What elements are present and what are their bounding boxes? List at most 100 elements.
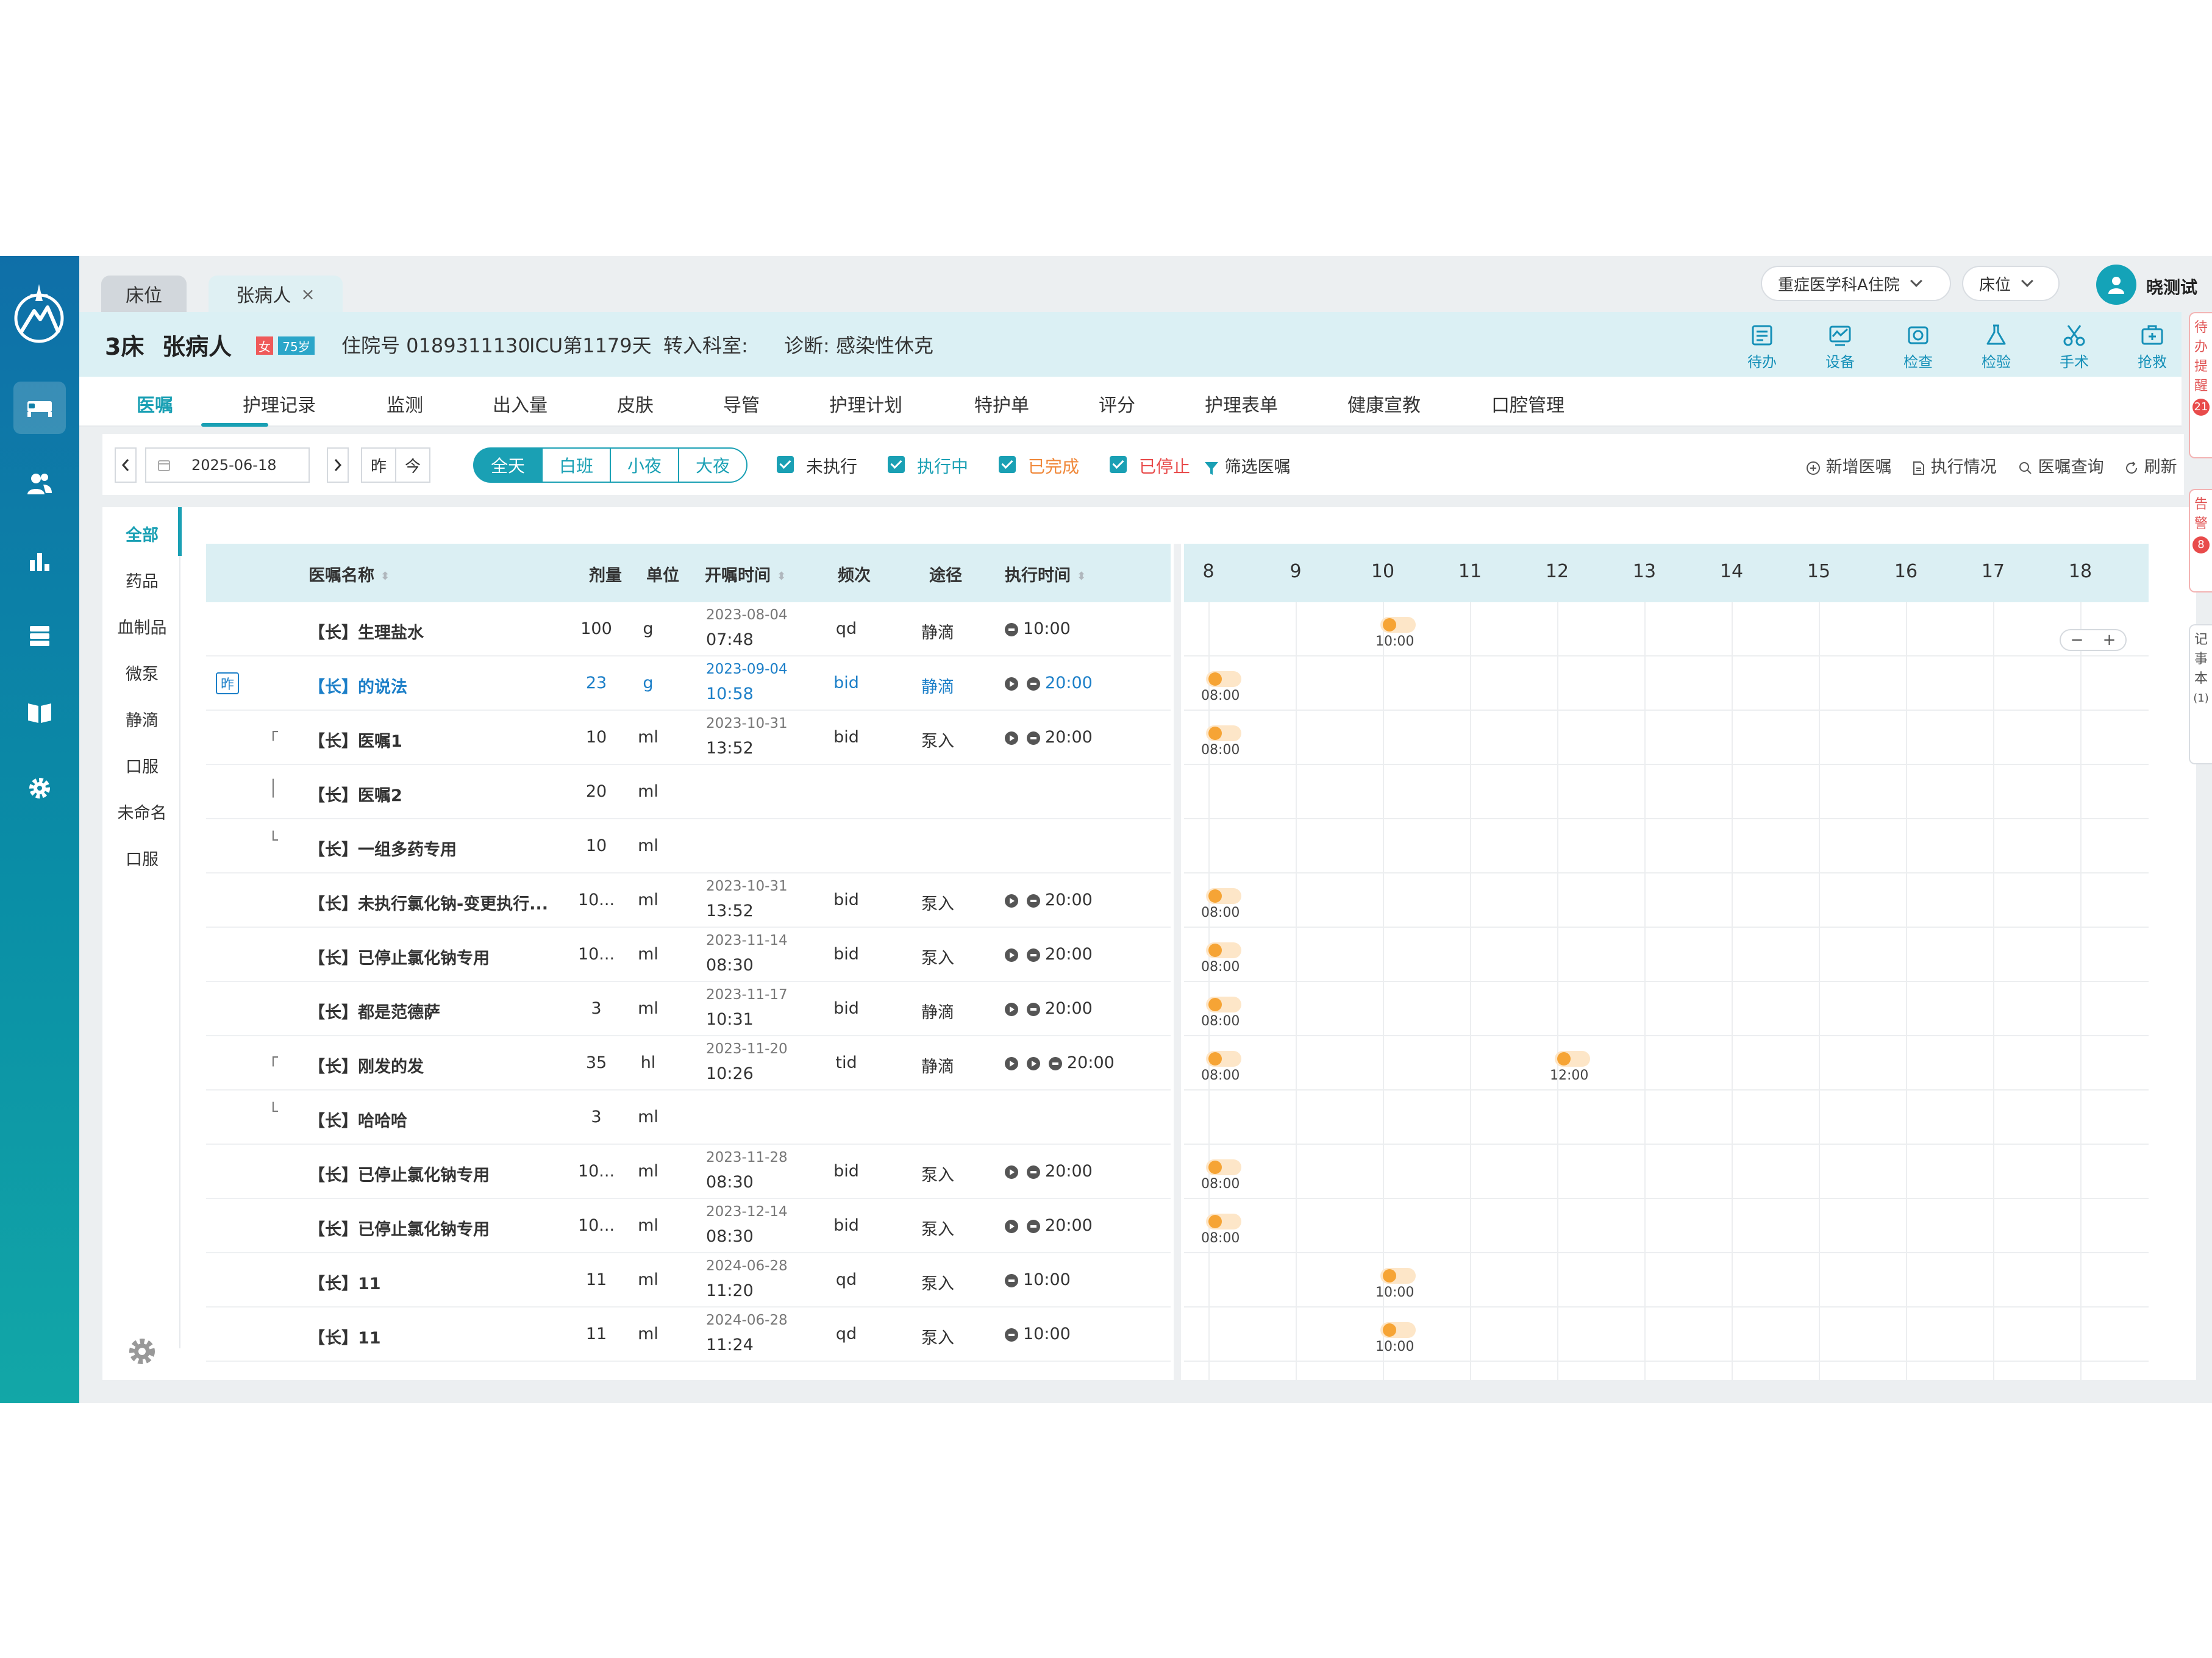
today-button[interactable]: 今 [395, 447, 430, 483]
play-icon[interactable] [1005, 1219, 1018, 1233]
execution-marker[interactable] [1206, 942, 1241, 958]
table-row[interactable]: 【长】已停止氯化钠专用 10... ml 2023-11-28 08:30 bid 泵入 20… [206, 1145, 1171, 1199]
filter-completed-checkbox[interactable] [999, 456, 1016, 473]
tab-bed[interactable]: 床位 [101, 276, 187, 312]
execution-marker[interactable] [1555, 1051, 1590, 1067]
rail-todo-reminder[interactable]: 待办提醒 21 [2189, 312, 2212, 458]
play-icon[interactable] [1005, 1056, 1018, 1070]
tab-nursing-plan[interactable]: 护理计划 [829, 390, 902, 417]
nav-records-icon[interactable] [13, 610, 66, 662]
nav-patients-icon[interactable] [13, 457, 66, 510]
refresh-button[interactable]: 刷新 [2124, 454, 2177, 477]
rail-alarm[interactable]: 告警 8 [2189, 489, 2212, 592]
execution-marker[interactable] [1206, 1214, 1241, 1229]
execution-status-button[interactable]: 执行情况 [1912, 454, 1997, 477]
nav-bed-icon[interactable] [13, 382, 66, 434]
execution-marker[interactable] [1206, 888, 1241, 904]
table-row[interactable]: ┌ 【长】医嘱1 10 ml 2023-10-31 13:52 bid 泵入 20:00 [206, 711, 1171, 765]
table-row[interactable]: │ 【长】医嘱2 20 ml [206, 765, 1171, 819]
filter-executing-checkbox[interactable] [888, 456, 905, 473]
close-icon[interactable]: × [301, 284, 315, 304]
category-blood[interactable]: 血制品 [102, 614, 182, 638]
category-drug[interactable]: 药品 [102, 568, 182, 592]
table-row[interactable]: 【长】11 11 ml 2024-06-28 11:24 qd 泵入 10:00 [206, 1308, 1171, 1362]
category-micropump[interactable]: 微泵 [102, 661, 182, 685]
tab-orders[interactable]: 医嘱 [137, 390, 173, 417]
date-picker[interactable]: 2025-06-18 [145, 447, 310, 483]
tool-device[interactable]: 设备 [1810, 323, 1871, 371]
table-row[interactable]: 昨 【长】的说法 23 g 2023-09-04 10:58 bid 静滴 20:00 [206, 656, 1171, 711]
tab-intake-output[interactable]: 出入量 [493, 390, 548, 417]
shift-night[interactable]: 大夜 [678, 447, 747, 483]
tab-health-education[interactable]: 健康宣教 [1347, 390, 1421, 417]
yesterday-button[interactable]: 昨 [361, 447, 396, 483]
execution-marker[interactable] [1380, 1322, 1416, 1338]
table-row[interactable]: └ 【长】哈哈哈 3 ml [206, 1091, 1171, 1145]
tab-patient[interactable]: 张病人 × [209, 276, 343, 312]
table-row[interactable]: └ 【长】一组多药专用 10 ml [206, 819, 1171, 873]
category-unnamed[interactable]: 未命名 [102, 800, 182, 824]
nav-book-icon[interactable] [13, 686, 66, 739]
tab-catheter[interactable]: 导管 [723, 390, 760, 417]
table-row[interactable]: 【长】已停止氯化钠专用 10... ml 2023-12-14 08:30 bid 泵入 20… [206, 1199, 1171, 1253]
table-row[interactable]: 【长】已停止氯化钠专用 10... ml 2023-11-14 08:30 bid 泵入 20… [206, 928, 1171, 982]
table-row[interactable]: ┌ 【长】刚发的发 35 hl 2023-11-20 10:26 tid 静滴 20:00 [206, 1036, 1171, 1091]
play-icon[interactable] [1005, 677, 1018, 691]
execution-marker[interactable] [1206, 671, 1241, 687]
shift-evening[interactable]: 小夜 [610, 447, 679, 483]
prev-date-button[interactable] [115, 447, 137, 483]
filter-orders-button[interactable]: 筛选医嘱 [1204, 454, 1291, 477]
rail-notebook[interactable]: 记事本 (1) [2189, 624, 2212, 764]
play-icon[interactable] [1005, 731, 1018, 745]
sort-icon[interactable]: ⬍ [777, 570, 786, 583]
tool-rescue[interactable]: 抢救 [2122, 323, 2183, 371]
col-name-header[interactable]: 医嘱名称 ⬍ [309, 562, 390, 586]
nav-stats-icon[interactable] [13, 534, 66, 586]
zoom-out-button[interactable]: − [2071, 631, 2084, 649]
avatar[interactable] [2096, 265, 2136, 305]
nav-settings-icon[interactable] [13, 762, 66, 814]
panel-splitter[interactable] [1174, 544, 1181, 1380]
execution-marker[interactable] [1206, 997, 1241, 1012]
execution-marker[interactable] [1380, 617, 1416, 633]
order-query-button[interactable]: 医嘱查询 [2018, 454, 2104, 477]
table-row[interactable]: 【长】都是范德萨 3 ml 2023-11-17 10:31 bid 静滴 20:00 [206, 982, 1171, 1036]
table-row[interactable]: 【长】未执行氯化钠-变更执行... 10... ml 2023-10-31 13:52 b… [206, 873, 1171, 928]
tab-nursing-form[interactable]: 护理表单 [1205, 390, 1278, 417]
zoom-in-button[interactable]: + [2103, 631, 2116, 649]
category-oral-2[interactable]: 口服 [102, 846, 182, 870]
filter-stopped-checkbox[interactable] [1110, 456, 1127, 473]
table-row[interactable]: 【长】11 11 ml 2024-06-28 11:20 qd 泵入 10:00 [206, 1253, 1171, 1308]
tab-skin[interactable]: 皮肤 [617, 390, 654, 417]
table-row[interactable]: 【长】生理盐水 100 g 2023-08-04 07:48 qd 静滴 10:00 [206, 602, 1171, 656]
category-oral[interactable]: 口服 [102, 753, 182, 777]
new-order-button[interactable]: 新增医嘱 [1806, 454, 1892, 477]
play-icon[interactable] [1027, 1056, 1040, 1070]
execution-marker[interactable] [1206, 1051, 1241, 1067]
execution-marker[interactable] [1206, 1159, 1241, 1175]
category-iv-drip[interactable]: 静滴 [102, 707, 182, 731]
play-icon[interactable] [1005, 948, 1018, 962]
department-select[interactable]: 重症医学科A住院 [1761, 266, 1951, 301]
shift-all-day[interactable]: 全天 [473, 447, 543, 483]
play-icon[interactable] [1005, 1165, 1018, 1179]
tab-oral-care[interactable]: 口腔管理 [1491, 390, 1564, 417]
user-name[interactable]: 晓测试 [2146, 274, 2197, 299]
tab-special-care[interactable]: 特护单 [974, 390, 1029, 417]
play-icon[interactable] [1005, 1002, 1018, 1016]
sort-icon[interactable]: ⬍ [380, 570, 390, 583]
tool-exam[interactable]: 检查 [1888, 323, 1949, 371]
shift-day[interactable]: 白班 [541, 447, 611, 483]
filter-unexecuted-checkbox[interactable] [777, 456, 794, 473]
execution-marker[interactable] [1206, 725, 1241, 741]
tab-nursing-record[interactable]: 护理记录 [243, 390, 316, 417]
tool-lab[interactable]: 检验 [1966, 323, 2027, 371]
tool-todo[interactable]: 待办 [1732, 323, 1793, 371]
category-settings-icon[interactable] [127, 1336, 157, 1369]
col-start-header[interactable]: 开嘱时间 ⬍ [705, 562, 786, 586]
tab-score[interactable]: 评分 [1099, 390, 1135, 417]
category-all[interactable]: 全部 [102, 522, 182, 546]
next-date-button[interactable] [327, 447, 349, 483]
tab-monitoring[interactable]: 监测 [387, 390, 423, 417]
col-exec-header[interactable]: 执行时间 ⬍ [1005, 562, 1086, 586]
